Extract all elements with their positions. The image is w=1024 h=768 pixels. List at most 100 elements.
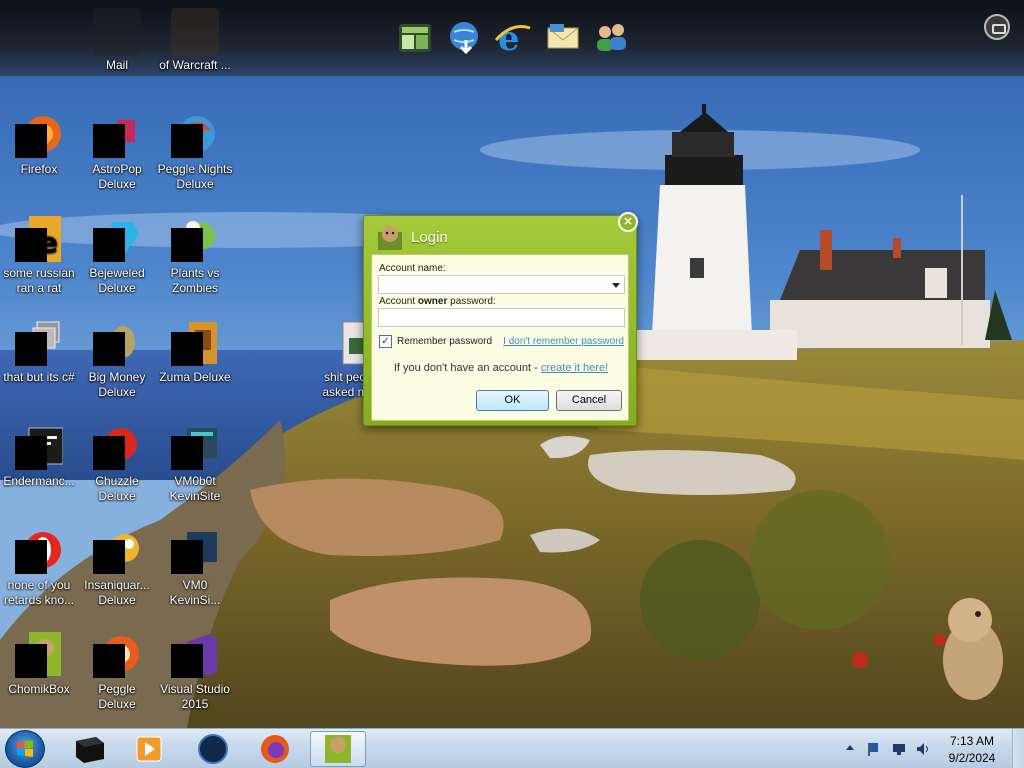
network-icon[interactable] (892, 742, 906, 756)
desktop-icon-label: Zuma Deluxe (159, 370, 231, 384)
internet-explorer-icon[interactable]: e (494, 18, 532, 56)
account-name-combobox[interactable] (378, 275, 625, 294)
chuzzle-icon (93, 424, 141, 472)
desktop-icon-label: none of you retards kno... (3, 578, 75, 607)
desktop-icon-label: of Warcraft ... (159, 58, 231, 72)
windows-stack-icon (15, 320, 63, 368)
show-hidden-icons-icon[interactable] (845, 743, 855, 753)
ok-button[interactable]: OK (476, 390, 549, 411)
desktop-icon-zuma[interactable]: Zuma Deluxe (156, 320, 234, 385)
show-desktop-button[interactable] (1012, 729, 1024, 768)
create-account-line: If you don't have an account - create it… (393, 362, 609, 374)
desktop-icon-insaniquarium[interactable]: Insaniquar... Deluxe (78, 528, 156, 608)
flag-icon[interactable] (866, 742, 880, 756)
remember-password-checkbox[interactable]: ✓ (379, 335, 392, 348)
firefox-icon (15, 112, 63, 160)
desktop-icon-label: Mail (105, 58, 128, 72)
password-field[interactable] (378, 308, 625, 327)
chomikbox-hamster-icon (378, 226, 402, 250)
peggle-nights-icon (171, 112, 219, 160)
forgot-password-link[interactable]: I don't remember password (503, 336, 624, 347)
desktop-icon-label: Firefox (20, 162, 58, 176)
desktop-icon-label: Visual Studio 2015 (160, 682, 230, 711)
mail-envelope-icon[interactable] (544, 18, 582, 56)
desktop-icon-label: Bejeweled Deluxe (89, 266, 145, 295)
close-icon[interactable]: × (618, 212, 638, 232)
desktop-icon-visual-studio[interactable]: Visual Studio 2015 (156, 632, 234, 712)
dialog-title: Login (411, 229, 448, 246)
chevron-down-icon[interactable] (612, 283, 620, 288)
desktop-icon-label: VM0b0t KevinSite (169, 474, 221, 503)
desktop-icon-astropop[interactable]: AstroPop Deluxe (78, 112, 156, 192)
bejeweled-icon (93, 216, 141, 264)
volume-icon[interactable] (916, 742, 930, 756)
mail-icon (93, 8, 141, 56)
dark-globe-icon[interactable] (190, 731, 236, 767)
cancel-button[interactable]: Cancel (556, 390, 622, 411)
desktop-icon-label: Peggle Deluxe (98, 682, 136, 711)
clock-date[interactable]: 9/2/2024 (946, 751, 998, 765)
desktop-icon-chomikbox[interactable]: ChomikBox (0, 632, 78, 697)
svg-text:e: e (498, 19, 520, 56)
vm2-icon (171, 528, 219, 576)
insaniquarium-icon (93, 528, 141, 576)
login-form: Account name: Account owner password: ✓ … (371, 254, 629, 421)
windows-logo-icon (17, 740, 33, 757)
clock-time[interactable]: 7:13 AM (946, 734, 998, 748)
black-box-icon[interactable] (66, 731, 112, 767)
desktop-icon-label: Plants vs Zombies (170, 266, 220, 295)
desktop-icon-warcraft[interactable]: of Warcraft ... (156, 8, 234, 73)
desktop-icon-chuzzle[interactable]: Chuzzle Deluxe (78, 424, 156, 504)
desktop-icon-vm0b0t[interactable]: VM0b0t KevinSite (156, 424, 234, 504)
taskbar: 7:13 AM 9/2/2024 (0, 728, 1024, 768)
media-player-icon[interactable] (126, 731, 172, 767)
grid-app-icon[interactable] (396, 18, 434, 56)
desktop-icon-plants-vs-zombies[interactable]: Plants vs Zombies (156, 216, 234, 296)
taskbar-chomikbox-button[interactable] (310, 731, 366, 767)
peggle-icon (93, 632, 141, 680)
big-money-icon (93, 320, 141, 368)
desktop-icon-label: ChomikBox (8, 682, 70, 696)
rat-app-icon: e (15, 216, 63, 264)
desktop-icon-label: Big Money Deluxe (88, 370, 146, 399)
users-icon[interactable] (592, 18, 630, 56)
desktop-icon-label: Endermanc... (3, 474, 75, 488)
login-dialog: Login × Account name: Account owner pass… (363, 212, 638, 426)
opera-icon (15, 528, 63, 576)
desktop-icon-label: Peggle Nights Deluxe (157, 162, 233, 191)
desktop-icon-label: that but its c# (3, 370, 75, 384)
desktop-icon-endermanch[interactable]: Endermanc... (0, 424, 78, 489)
desktop-icon-label: Chuzzle Deluxe (95, 474, 139, 503)
desktop-icon-label: Insaniquar... Deluxe (84, 578, 150, 607)
visual-studio-icon (171, 632, 219, 680)
toolbox-icon[interactable] (984, 14, 1010, 40)
desktop-icon-bejeweled[interactable]: Bejeweled Deluxe (78, 216, 156, 296)
zuma-icon (171, 320, 219, 368)
globe-download-icon[interactable] (446, 18, 484, 56)
desktop-icon-rat-app[interactable]: e some russian ran a rat (0, 216, 78, 296)
create-account-link[interactable]: create it here! (541, 362, 608, 374)
desktop-icon-peggle-nights[interactable]: Peggle Nights Deluxe (156, 112, 234, 192)
desktop-icon-c-sharp[interactable]: that but its c# (0, 320, 78, 385)
astropop-icon (93, 112, 141, 160)
desktop-icon-vm0[interactable]: VM0 KevinSi... (156, 528, 234, 608)
desktop-icon-label: AstroPop Deluxe (92, 162, 142, 191)
remember-password-label[interactable]: Remember password (397, 336, 492, 347)
desktop-icon-opera[interactable]: none of you retards kno... (0, 528, 78, 608)
desktop-icon-peggle[interactable]: Peggle Deluxe (78, 632, 156, 712)
terminal-icon (15, 424, 64, 472)
file-icon (321, 320, 374, 368)
desktop-icon-mail[interactable]: Mail (78, 8, 156, 73)
desktop-icon-big-money[interactable]: Big Money Deluxe (78, 320, 156, 400)
desktop-icon-label: some russian ran a rat (3, 266, 75, 295)
warcraft-icon (171, 8, 219, 56)
password-label: Account owner password: (379, 296, 496, 307)
desktop-icon-firefox[interactable]: Firefox (0, 112, 78, 177)
desktop-icon-label: VM0 KevinSi... (169, 578, 221, 607)
start-button[interactable] (5, 730, 45, 768)
account-name-label: Account name: (379, 263, 446, 274)
vm-icon (171, 424, 219, 472)
chomikbox-icon (325, 735, 351, 763)
firefox-icon[interactable] (252, 731, 298, 767)
plants-vs-zombies-icon (171, 216, 219, 264)
